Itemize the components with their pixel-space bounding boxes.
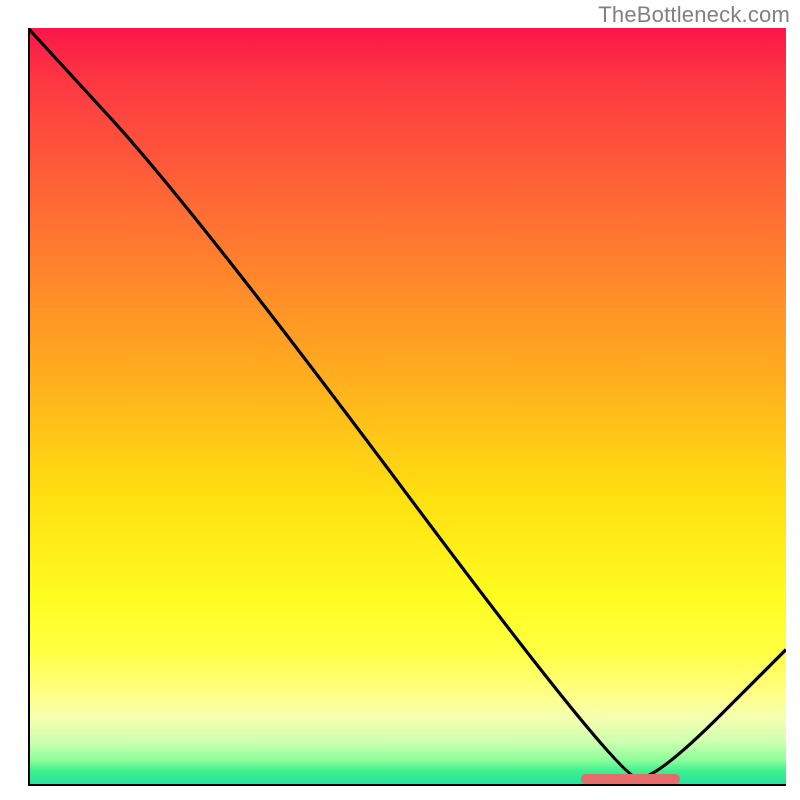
- chart-plot-area: [28, 28, 786, 786]
- attribution-text: TheBottleneck.com: [598, 2, 790, 28]
- highlight-segment: [581, 774, 680, 784]
- chart-background-gradient: [28, 28, 786, 786]
